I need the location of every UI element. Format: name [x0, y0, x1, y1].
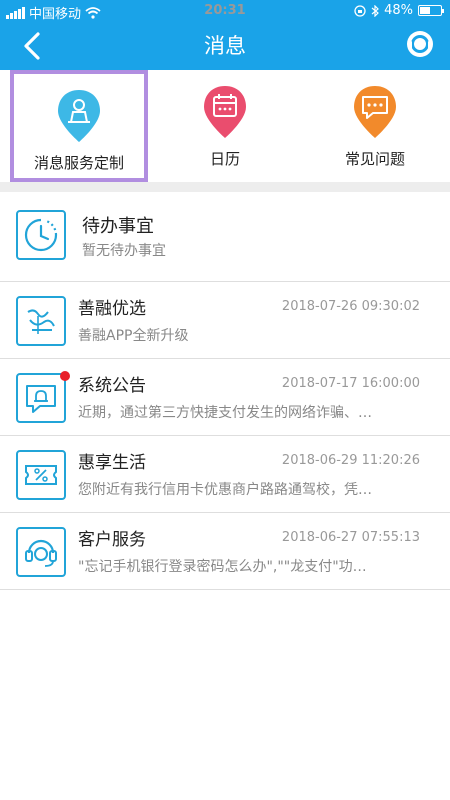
list-item-title: 善融优选 — [78, 299, 146, 319]
list-item-title: 惠享生活 — [78, 453, 146, 473]
shortcut-bar: 消息服务定制 日历 常见问题 — [0, 70, 450, 182]
shortcut-label: 日历 — [209, 150, 240, 168]
battery-percent: 48% — [384, 3, 413, 18]
person-pin-icon — [58, 90, 100, 142]
shortcut-label: 常见问题 — [344, 150, 405, 168]
list-item-subtitle: 您附近有我行信用卡优惠商户路路通驾校，凭… — [78, 482, 372, 498]
coupon-icon — [16, 450, 66, 500]
list-item-time: 2018-07-17 16:00:00 — [281, 376, 420, 391]
page-title: 消息 — [204, 34, 246, 58]
list-item-subtitle: 近期，通过第三方快捷支付发生的网络诈骗、… — [78, 405, 372, 421]
status-bar: 中国移动 20:31 48% — [0, 0, 450, 22]
section-divider — [0, 182, 450, 192]
shortcut-faq[interactable]: 常见问题 — [300, 70, 450, 182]
clock-icon — [16, 210, 66, 260]
list-item-title: 系统公告 — [78, 376, 146, 396]
message-list: 待办事宜 暂无待办事宜 善融优选 2018-07-26 09:30:02 善融A… — [0, 192, 450, 590]
shanrong-logo-icon — [16, 296, 66, 346]
calendar-pin-icon — [204, 86, 246, 138]
list-item-time: 2018-06-27 07:55:13 — [281, 530, 420, 545]
headset-icon — [16, 527, 66, 577]
orientation-lock-icon — [354, 4, 366, 17]
battery-icon — [418, 5, 444, 16]
list-item-announcement[interactable]: 系统公告 2018-07-17 16:00:00 近期，通过第三方快捷支付发生的… — [0, 359, 450, 436]
list-item-time: 2018-06-29 11:20:26 — [281, 453, 420, 468]
list-item-title: 待办事宜 — [82, 216, 154, 237]
list-item-shanrong[interactable]: 善融优选 2018-07-26 09:30:02 善融APP全新升级 — [0, 282, 450, 359]
list-item-subtitle: 善融APP全新升级 — [78, 328, 189, 344]
announcement-icon — [16, 373, 66, 423]
list-item-lifestyle[interactable]: 惠享生活 2018-06-29 11:20:26 您附近有我行信用卡优惠商户路路… — [0, 436, 450, 513]
list-item-customer-service[interactable]: 客户服务 2018-06-27 07:55:13 "忘记手机银行登录密码怎么办"… — [0, 513, 450, 590]
list-item-subtitle: "忘记手机银行登录密码怎么办",""龙支付"功… — [78, 559, 367, 575]
list-item-time: 2018-07-26 09:30:02 — [281, 299, 420, 314]
list-item-subtitle: 暂无待办事宜 — [82, 243, 166, 259]
shortcut-label: 消息服务定制 — [33, 154, 124, 172]
list-item-todo[interactable]: 待办事宜 暂无待办事宜 — [0, 192, 450, 282]
shortcut-message-subscription[interactable]: 消息服务定制 — [10, 70, 148, 182]
bluetooth-icon — [371, 4, 379, 17]
shortcut-calendar[interactable]: 日历 — [150, 70, 300, 182]
app-header: 中国移动 20:31 48% 消息 — [0, 0, 450, 70]
list-item-title: 客户服务 — [78, 530, 146, 550]
unread-dot — [60, 371, 70, 381]
chat-pin-icon — [354, 86, 396, 138]
customer-service-icon[interactable] — [404, 28, 436, 60]
